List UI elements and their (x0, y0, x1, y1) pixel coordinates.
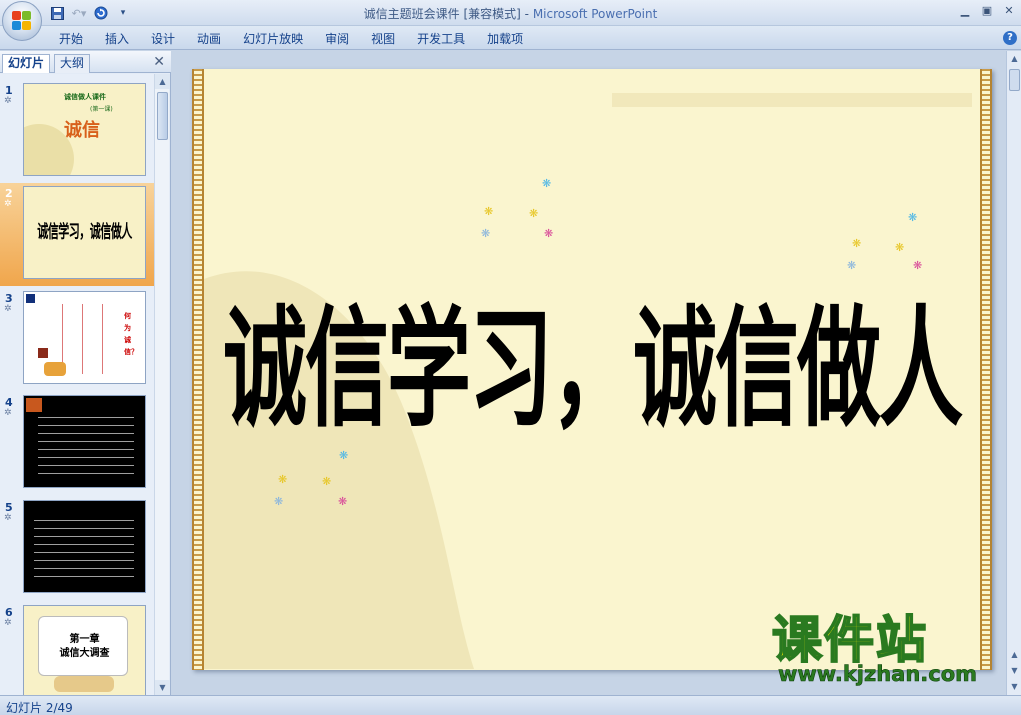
decor-stamp (38, 348, 48, 358)
animation-star-icon: ✲ (4, 304, 12, 314)
slide-title[interactable]: 诚信学习，诚信做人 (192, 265, 992, 453)
animation-star-icon: ✲ (4, 618, 12, 628)
thumbnail-slide-5[interactable]: 5 ✲ (0, 497, 154, 600)
pane-tabs: 幻灯片 大纲 ✕ (0, 51, 171, 73)
decor-text-lines (38, 414, 134, 474)
scroll-thumb[interactable] (157, 92, 168, 140)
thumbnail-slide-6[interactable]: 6 ✲ 第一章 诚信大调查 (0, 602, 154, 695)
window-title: 诚信主题班会课件 [兼容模式] - Microsoft PowerPoint (0, 5, 1021, 22)
close-icon[interactable]: ✕ (999, 2, 1019, 18)
butterfly-icon: ❋ (529, 207, 539, 220)
tab-addins[interactable]: 加载项 (476, 30, 534, 48)
tab-home[interactable]: 开始 (48, 30, 94, 48)
thumbnail-title: 第一章 (69, 634, 100, 645)
animation-star-icon: ✲ (4, 199, 12, 209)
tab-review[interactable]: 审阅 (314, 30, 360, 48)
thumbnail-image: 何为诚信？ (23, 291, 146, 384)
butterfly-icon: ❋ (484, 205, 494, 218)
tab-slides[interactable]: 幻灯片 (2, 54, 51, 73)
decor-leaf (44, 362, 66, 376)
slide-thumbnails: 1 ✲ 诚信做人课件 (第一课) 诚信 2 ✲ 诚信学习，诚信做人 3 ✲ 何为… (0, 74, 154, 695)
decor-feather (54, 676, 114, 692)
scroll-thumb[interactable] (1009, 69, 1020, 91)
butterfly-icon: ❋ (895, 241, 905, 254)
editor-scrollbar[interactable]: ▲ ▲ ▼ ▼ (1006, 51, 1021, 695)
watermark-name: 课件站 (771, 611, 928, 669)
butterfly-icon: ❋ (908, 211, 918, 224)
previous-slide-icon[interactable]: ▲ (1007, 647, 1021, 662)
thumbnail-side-text: 何为诚信？ (124, 312, 138, 356)
office-logo-icon (12, 11, 32, 31)
thumbnail-subtitle: 诚信做人课件 (64, 93, 106, 101)
ribbon-tabs: 开始 插入 设计 动画 幻灯片放映 审阅 视图 开发工具 加载项 (48, 30, 534, 48)
decor-band (612, 93, 972, 107)
butterfly-icon: ❋ (274, 495, 284, 508)
ribbon: 开始 插入 设计 动画 幻灯片放映 审阅 视图 开发工具 加载项 ? (0, 26, 1021, 50)
butterfly-icon: ❋ (338, 495, 348, 508)
watermark-url: www.kjzhan.com (778, 662, 978, 687)
butterfly-icon: ❋ (544, 227, 554, 240)
tab-animations[interactable]: 动画 (186, 30, 232, 48)
close-pane-icon[interactable]: ✕ (153, 54, 165, 70)
thumbnail-image (23, 395, 146, 488)
animation-star-icon: ✲ (4, 408, 12, 418)
current-slide[interactable]: ❋ ❋ ❋ ❋ ❋ ❋ ❋ ❋ ❋ ❋ ❋ ❋ ❋ ❋ ❋ 诚信学习，诚信做人 (192, 69, 992, 670)
tab-slideshow[interactable]: 幻灯片放映 (232, 30, 314, 48)
thumbnail-title: 诚信学习，诚信做人 (37, 221, 132, 243)
office-button[interactable] (2, 1, 42, 41)
scroll-down-icon[interactable]: ▼ (155, 680, 170, 695)
thumbnail-slide-1[interactable]: 1 ✲ 诚信做人课件 (第一课) 诚信 (0, 80, 154, 183)
butterfly-icon: ❋ (481, 227, 491, 240)
thumbnail-subtitle: 诚信大调查 (59, 648, 110, 659)
thumbnail-slide-3[interactable]: 3 ✲ 何为诚信？ (0, 288, 154, 391)
butterfly-icon: ❋ (278, 473, 288, 486)
maximize-icon[interactable]: ▣ (977, 2, 997, 18)
title-bar: ↶▾ ▾ 诚信主题班会课件 [兼容模式] - Microsoft PowerPo… (0, 0, 1021, 41)
tab-outline[interactable]: 大纲 (54, 54, 91, 73)
document-title: 诚信主题班会课件 [兼容模式] - (363, 7, 533, 21)
powerpoint-window: ↶▾ ▾ 诚信主题班会课件 [兼容模式] - Microsoft PowerPo… (0, 0, 1021, 715)
slides-pane: 幻灯片 大纲 ✕ 1 ✲ 诚信做人课件 (第一课) 诚信 2 ✲ 诚信学习，诚信… (0, 51, 171, 695)
thumbnail-part: (第一课) (90, 106, 113, 113)
animation-star-icon: ✲ (4, 513, 12, 523)
thumbnail-slide-4[interactable]: 4 ✲ (0, 392, 154, 495)
application-name: Microsoft PowerPoint (532, 7, 658, 21)
scroll-down-icon[interactable]: ▼ (1007, 679, 1021, 694)
thumbnail-title: 诚信 (64, 120, 100, 141)
decor-square (26, 294, 35, 303)
slide-indicator: 幻灯片 2/49 (6, 701, 73, 715)
pane-scrollbar[interactable]: ▲ ▼ (154, 74, 170, 695)
tab-view[interactable]: 视图 (360, 30, 406, 48)
thumbnail-image: 第一章 诚信大调查 (23, 605, 146, 695)
tab-design[interactable]: 设计 (140, 30, 186, 48)
scroll-up-icon[interactable]: ▲ (1007, 51, 1021, 66)
scroll-up-icon[interactable]: ▲ (155, 74, 170, 89)
status-bar: 幻灯片 2/49 (0, 695, 1021, 715)
animation-star-icon: ✲ (4, 96, 12, 106)
next-slide-icon[interactable]: ▼ (1007, 663, 1021, 678)
tab-developer[interactable]: 开发工具 (406, 30, 476, 48)
decor-line (82, 304, 83, 374)
window-controls: ▁ ▣ ✕ (955, 2, 1019, 18)
thumbnail-image: 诚信做人课件 (第一课) 诚信 (23, 83, 146, 176)
butterfly-icon: ❋ (322, 475, 332, 488)
butterfly-icon: ❋ (542, 177, 552, 190)
tab-insert[interactable]: 插入 (94, 30, 140, 48)
butterfly-icon: ❋ (852, 237, 862, 250)
help-icon[interactable]: ? (1003, 31, 1017, 45)
decor-line (102, 304, 103, 374)
thumbnail-image: 诚信学习，诚信做人 (23, 186, 146, 279)
thumbnail-slide-2[interactable]: 2 ✲ 诚信学习，诚信做人 (0, 183, 154, 286)
thumbnail-image (23, 500, 146, 593)
decor-badge (26, 398, 42, 412)
decor-text-lines (34, 517, 134, 577)
minimize-icon[interactable]: ▁ (955, 2, 975, 18)
